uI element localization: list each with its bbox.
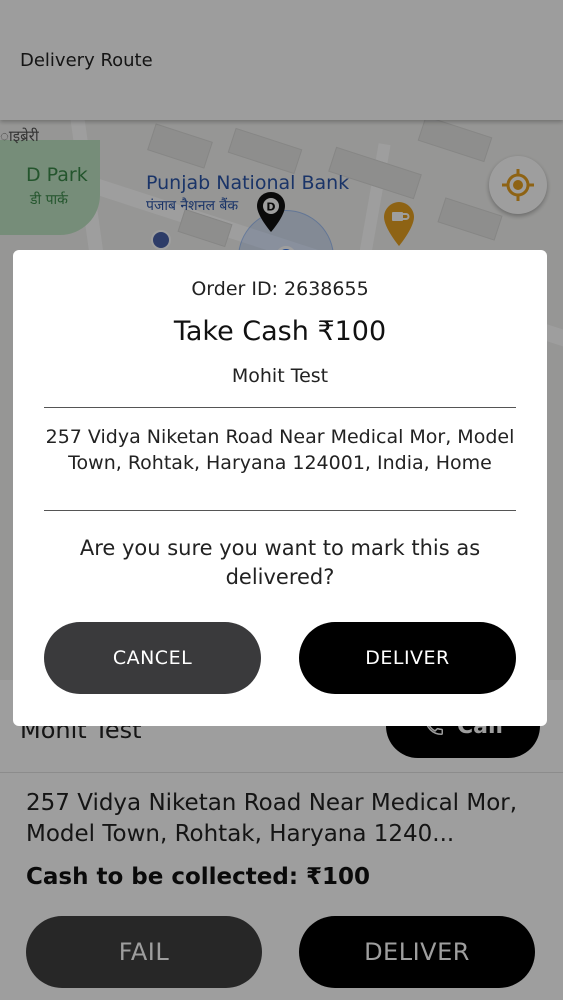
- dialog-customer-name: Mohit Test: [231, 365, 329, 387]
- dialog-divider: [44, 510, 516, 511]
- dialog-order-id: Order ID: 2638655: [191, 278, 369, 300]
- dialog-cash-amount: Take Cash ₹100: [173, 316, 387, 347]
- dialog-divider: [44, 407, 516, 408]
- dialog-cancel-button[interactable]: CANCEL: [44, 622, 261, 694]
- confirm-delivery-dialog: Order ID: 2638655 Take Cash ₹100 Mohit T…: [13, 250, 547, 726]
- dialog-deliver-button[interactable]: DELIVER: [299, 622, 516, 694]
- dialog-question: Are you sure you want to mark this as de…: [79, 536, 481, 589]
- dialog-address: 257 Vidya Niketan Road Near Medical Mor,…: [45, 426, 515, 474]
